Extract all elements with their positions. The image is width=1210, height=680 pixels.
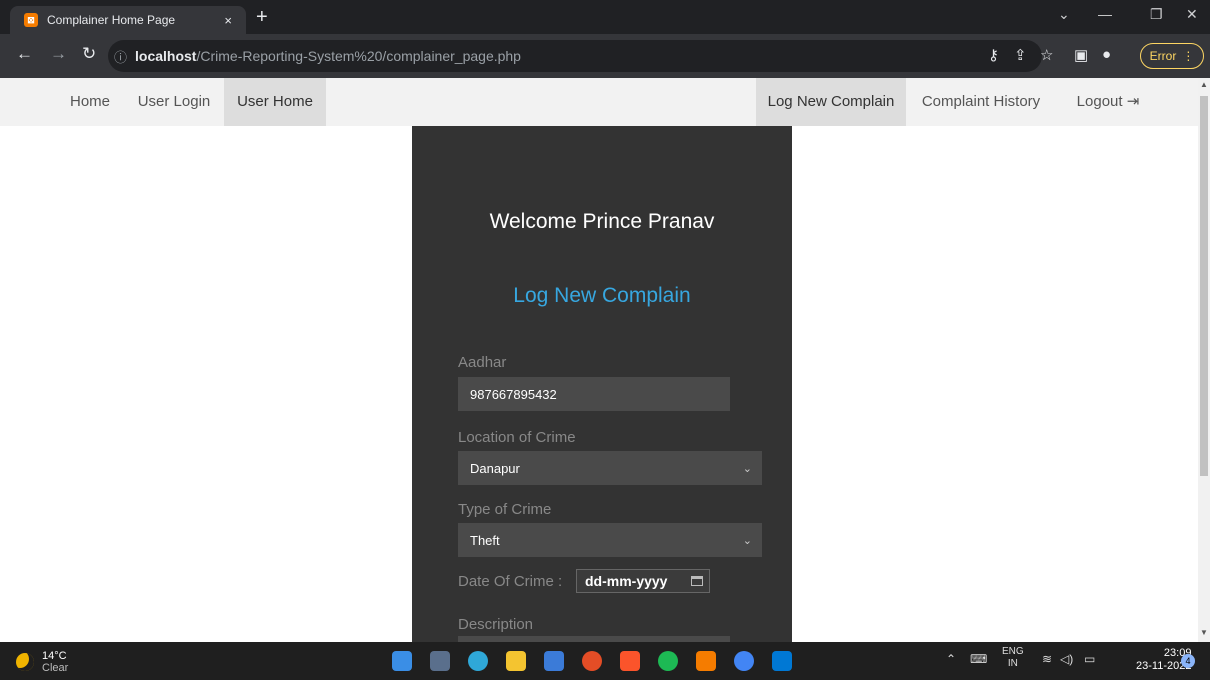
forward-arrow-icon[interactable]: → bbox=[50, 44, 67, 64]
edge-icon[interactable] bbox=[468, 651, 488, 671]
profile-avatar-icon[interactable]: ● bbox=[1102, 46, 1111, 63]
hidden-icons-chevron-icon[interactable]: ⌃ bbox=[946, 652, 956, 666]
password-key-icon[interactable]: ⚷ bbox=[988, 46, 999, 64]
moon-icon bbox=[16, 653, 34, 671]
browser-toolbar: ← → ↻ ⓘ localhost /Crime-Reporting-Syste… bbox=[0, 34, 1210, 78]
scrollbar-thumb[interactable] bbox=[1200, 96, 1208, 476]
chevron-down-icon: ⌄ bbox=[742, 534, 752, 547]
battery-icon[interactable]: ▭ bbox=[1084, 652, 1095, 666]
logout-label: Logout bbox=[1076, 93, 1123, 110]
aadhar-value: 987667895432 bbox=[470, 386, 557, 402]
minimize-button[interactable]: — bbox=[1098, 6, 1112, 22]
lang-code: ENG bbox=[1002, 646, 1024, 657]
crime-type-select[interactable]: Theft ⌄ bbox=[458, 523, 762, 557]
logout-icon: ⇥ bbox=[1126, 93, 1140, 110]
page-scrollbar[interactable]: ▲ ▼ bbox=[1198, 78, 1210, 642]
nav-user-home[interactable]: User Home bbox=[224, 78, 326, 126]
nav-logout[interactable]: Logout ⇥ bbox=[1056, 78, 1160, 126]
nav-log-new-complain[interactable]: Log New Complain bbox=[756, 78, 906, 126]
location-value: Danapur bbox=[470, 460, 520, 476]
taskbar: 14°C Clear ⌃ ⌨ ENG IN ≋ ◁) ▭ 23:09 23-11… bbox=[0, 642, 1210, 680]
bookmark-star-icon[interactable]: ☆ bbox=[1040, 46, 1053, 64]
start-icon[interactable] bbox=[392, 651, 412, 671]
back-arrow-icon[interactable]: ← bbox=[16, 44, 33, 64]
url-path: /Crime-Reporting-System%20/complainer_pa… bbox=[196, 48, 521, 64]
date-label: Date Of Crime : bbox=[458, 573, 563, 590]
site-nav: Home User Login User Home Log New Compla… bbox=[0, 78, 1198, 126]
date-input[interactable]: dd-mm-yyyy bbox=[576, 569, 710, 593]
welcome-heading: Welcome Prince Pranav bbox=[489, 210, 715, 233]
date-placeholder: dd-mm-yyyy bbox=[585, 573, 668, 589]
weather-widget[interactable]: 14°C Clear bbox=[16, 650, 68, 674]
chrome-profile-icon[interactable] bbox=[734, 651, 754, 671]
task-view-icon[interactable] bbox=[430, 651, 450, 671]
xampp-favicon-icon: ⊠ bbox=[24, 13, 38, 27]
location-select[interactable]: Danapur ⌄ bbox=[458, 451, 762, 485]
reload-icon[interactable]: ↻ bbox=[82, 44, 96, 64]
wifi-icon[interactable]: ≋ bbox=[1042, 652, 1052, 666]
nav-complaint-history[interactable]: Complaint History bbox=[906, 78, 1056, 126]
mail-icon[interactable] bbox=[544, 651, 564, 671]
scroll-down-icon[interactable]: ▼ bbox=[1200, 628, 1208, 637]
browser-tab-strip: ⊠ Complainer Home Page × + ⌄ — ❐ ✕ bbox=[0, 0, 1210, 34]
nav-user-login[interactable]: User Login bbox=[124, 78, 224, 126]
url-host: localhost bbox=[135, 48, 197, 64]
aadhar-label: Aadhar bbox=[458, 354, 507, 371]
chevron-down-icon: ⌄ bbox=[742, 462, 752, 475]
chrome-icon[interactable] bbox=[582, 651, 602, 671]
side-panel-icon[interactable]: ▣ bbox=[1074, 46, 1088, 64]
region-code: IN bbox=[1007, 658, 1018, 669]
complaint-form-panel: Welcome Prince Pranav Log New Complain A… bbox=[412, 126, 792, 642]
weather-temp: 14°C bbox=[42, 650, 67, 662]
spotify-icon[interactable] bbox=[658, 651, 678, 671]
error-label: Error bbox=[1149, 49, 1177, 63]
description-label: Description bbox=[458, 616, 534, 633]
tab-close-button[interactable]: × bbox=[224, 13, 232, 28]
type-value: Theft bbox=[470, 532, 500, 548]
weather-condition: Clear bbox=[42, 662, 69, 674]
calendar-icon[interactable] bbox=[691, 576, 703, 586]
site-info-icon[interactable]: ⓘ bbox=[114, 47, 127, 66]
share-icon[interactable]: ⇪ bbox=[1014, 46, 1027, 64]
volume-icon[interactable]: ◁) bbox=[1060, 652, 1073, 666]
type-label: Type of Crime bbox=[458, 501, 552, 518]
keyboard-icon[interactable]: ⌨ bbox=[970, 652, 987, 666]
brave-icon[interactable] bbox=[620, 651, 640, 671]
new-tab-button[interactable]: + bbox=[256, 6, 268, 28]
file-explorer-icon[interactable] bbox=[506, 651, 526, 671]
location-label: Location of Crime bbox=[458, 429, 576, 446]
notification-badge[interactable]: 4 bbox=[1181, 654, 1195, 668]
nav-home[interactable]: Home bbox=[56, 78, 124, 126]
tab-title: Complainer Home Page bbox=[47, 13, 176, 27]
restore-button[interactable]: ❐ bbox=[1150, 6, 1163, 23]
language-indicator[interactable]: ENG IN bbox=[1002, 646, 1024, 670]
scroll-up-icon[interactable]: ▲ bbox=[1200, 80, 1208, 89]
address-bar[interactable]: ⓘ localhost /Crime-Reporting-System%20/c… bbox=[108, 40, 1042, 72]
xampp-icon[interactable] bbox=[696, 651, 716, 671]
window-close-button[interactable]: ✕ bbox=[1186, 6, 1198, 23]
aadhar-input[interactable]: 987667895432 bbox=[458, 377, 730, 411]
browser-tab[interactable]: ⊠ Complainer Home Page × bbox=[10, 6, 246, 34]
kebab-menu-icon: ⋮ bbox=[1182, 49, 1195, 63]
form-title: Log New Complain bbox=[513, 284, 691, 307]
tab-search-icon[interactable]: ⌄ bbox=[1058, 6, 1070, 23]
vscode-icon[interactable] bbox=[772, 651, 792, 671]
profile-error-button[interactable]: Error ⋮ bbox=[1140, 43, 1204, 69]
